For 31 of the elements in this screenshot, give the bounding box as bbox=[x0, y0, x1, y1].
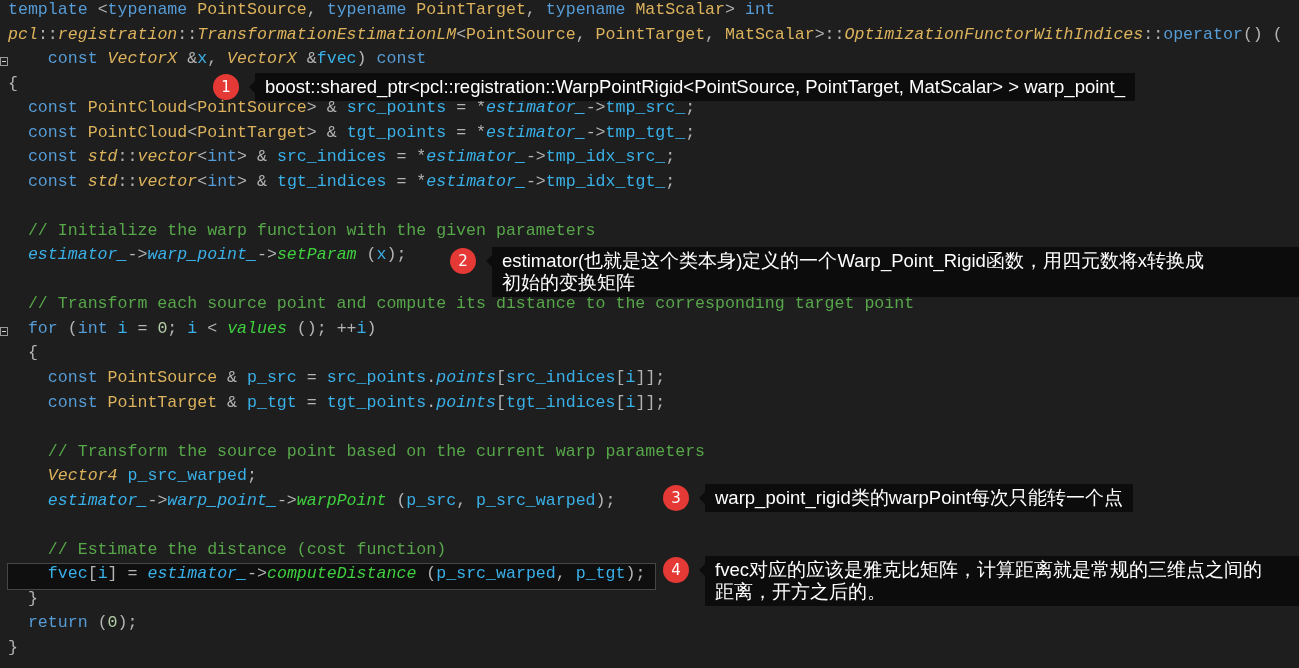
code-line: estimator_->warp_point_->setParam (x); bbox=[26, 245, 408, 267]
code-line: pcl::registration::TransformationEstimationLM<PointSource, PointTarget, MatScalar>::OptimizationFunctorWithIndices::operator() ( bbox=[8, 24, 1284, 46]
code-line: const std::vector<int> & src_indices = *estimator_->tmp_idx_src_; bbox=[26, 147, 677, 169]
callout-number: 2 bbox=[450, 248, 476, 274]
annotation-tooltip: boost::shared_ptr<pcl::registration::WarpPointRigid<PointSource, PointTarget, MatScalar> > warp_point_ bbox=[255, 73, 1136, 101]
code-line: const PointTarget & p_tgt = tgt_points.points[tgt_indices[i]]; bbox=[46, 392, 667, 414]
code-line: const PointSource & p_src = src_points.points[src_indices[i]]; bbox=[46, 367, 667, 389]
code-line: // Initialize the warp function with the given parameters bbox=[26, 220, 597, 242]
code-line: return (0); bbox=[26, 613, 139, 635]
code-line: const VectorX &x, VectorX &fvec) const bbox=[46, 49, 428, 71]
annotation-tooltip: estimator(也就是这个类本身)定义的一个Warp_Point_Rigid函数，用四元数将x转换成初始的变换矩阵 bbox=[492, 247, 1299, 297]
code-line: // Estimate the distance (cost function) bbox=[46, 539, 448, 561]
code-line: template <typename PointSource, typename PointTarget, typename MatScalar> int bbox=[8, 0, 776, 21]
callout-number: 1 bbox=[213, 74, 239, 100]
code-line: for (int i = 0; i < values (); ++i) bbox=[26, 318, 378, 340]
code-line: // Transform the source point based on the current warp parameters bbox=[46, 441, 707, 463]
code-line: { bbox=[8, 73, 19, 95]
collapse-icon[interactable] bbox=[0, 326, 8, 336]
annotation-tooltip: warp_point_rigid类的warpPoint每次只能转一个点 bbox=[705, 484, 1134, 512]
code-line: estimator_->warp_point_->warpPoint (p_src, p_src_warped); bbox=[46, 490, 617, 512]
callout-number: 4 bbox=[663, 557, 689, 583]
annotation-tooltip: fvec对应的应该是雅克比矩阵，计算距离就是常规的三维点之间的距离，开方之后的。 bbox=[705, 556, 1299, 606]
collapse-icon[interactable] bbox=[0, 56, 8, 66]
code-line: } bbox=[8, 637, 19, 659]
code-line: const PointCloud<PointTarget> & tgt_points = *estimator_->tmp_tgt_; bbox=[26, 122, 697, 144]
code-line: } bbox=[26, 588, 39, 610]
code-line: Vector4 p_src_warped; bbox=[46, 466, 258, 488]
code-line: { bbox=[26, 343, 39, 365]
code-line: const std::vector<int> & tgt_indices = *estimator_->tmp_idx_tgt_; bbox=[26, 171, 677, 193]
code-line: // Transform each source point and compute its distance to the corresponding target point bbox=[26, 294, 916, 316]
callout-number: 3 bbox=[663, 485, 689, 511]
